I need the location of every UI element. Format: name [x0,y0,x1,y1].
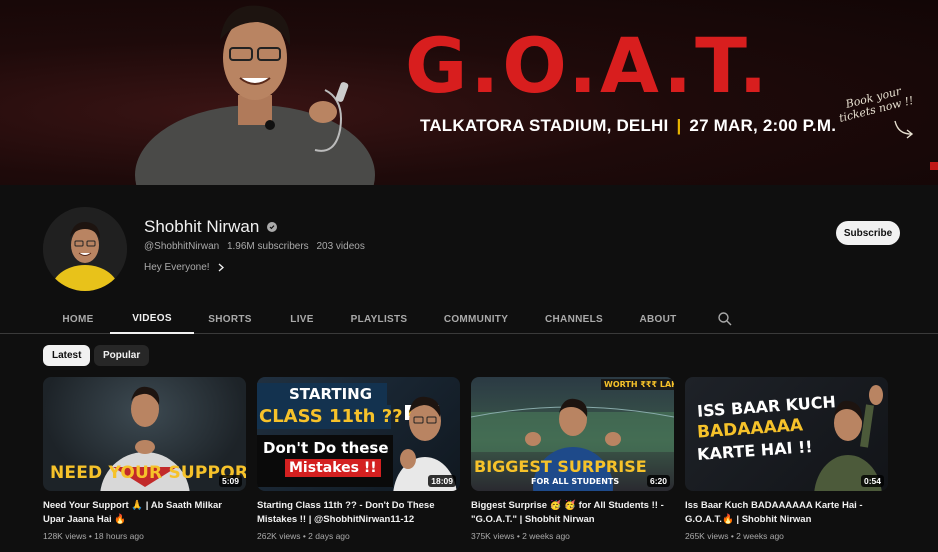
video-duration: 6:20 [646,475,670,487]
channel-meta: @ShobhitNirwan 1.96M subscribers 203 vid… [144,241,370,252]
channel-name: Shobhit Nirwan [144,217,278,237]
video-meta: 265K views • 2 weeks ago [685,531,784,541]
thumbnail-line-4: Mistakes !! [285,459,381,477]
thumbnail-line-1: BIGGEST SURPRISE [474,457,647,476]
subscribe-button[interactable]: Subscribe [836,221,900,245]
video-meta: 128K views • 18 hours ago [43,531,144,541]
tab-channels[interactable]: CHANNELS [536,304,612,334]
video-views: 262K views [257,531,301,541]
banner-separator: | [676,116,682,135]
video-views: 128K views [43,531,87,541]
tab-about[interactable]: ABOUT [630,304,686,334]
tab-live[interactable]: LIVE [270,304,334,334]
search-icon[interactable] [717,311,733,327]
banner-venue: TALKATORA STADIUM, DELHI [420,116,669,135]
channel-handle: @ShobhitNirwan [144,241,220,252]
video-card[interactable]: WORTH ₹₹₹ LAKHS BIGGEST SURPRISE FOR ALL… [471,377,674,541]
video-meta: 262K views • 2 days ago [257,531,350,541]
filter-popular[interactable]: Popular [94,345,150,366]
thumbnail-line-2: CLASS 11th ?? [259,406,403,427]
channel-avatar[interactable] [43,207,127,291]
channel-description[interactable]: Hey Everyone! [144,262,224,273]
tab-community[interactable]: COMMUNITY [438,304,514,334]
video-views: 265K views [685,531,729,541]
filter-latest[interactable]: Latest [43,345,91,366]
tab-playlists[interactable]: PLAYLISTS [342,304,416,334]
banner-event-info: TALKATORA STADIUM, DELHI | 27 MAR, 2:00 P.… [420,116,836,136]
video-age: 2 days ago [308,531,350,541]
video-views: 375K views [471,531,515,541]
channel-description-text: Hey Everyone! [144,262,210,273]
thumbnail-top-tag: WORTH ₹₹₹ LAKHS [601,379,674,390]
thumbnail-line-1: STARTING [289,385,373,403]
video-thumbnail[interactable]: ISS BAAR KUCH BADAAAAA KARTE HAI !! 0:54 [685,377,888,491]
video-title[interactable]: Biggest Surprise 🥳 🥳 for All Students !!… [471,499,674,527]
banner-date: 27 MAR, 2:00 P.M. [689,116,837,135]
avatar-illustration [43,207,127,291]
banner-person-illustration [135,5,375,185]
channel-name-text: Shobhit Nirwan [144,217,260,236]
thumbnail-caption: NEED YOUR SUPPORT 🙏 [50,463,246,483]
video-age: 18 hours ago [94,531,144,541]
video-duration: 5:09 [218,475,242,487]
curved-arrow-icon [894,120,914,139]
video-title[interactable]: Starting Class 11th ?? - Don't Do These … [257,499,460,527]
video-thumbnail[interactable]: STARTING CLASS 11th ?? nge! Don't Do the… [257,377,460,491]
channel-banner: G.O.A.T. TALKATORA STADIUM, DELHI | 27 MAR… [0,0,938,185]
chevron-right-icon [218,263,224,272]
thumbnail-person [393,396,457,491]
banner-corner-mark [930,162,938,170]
video-count: 203 videos [316,241,365,252]
video-duration: 18:09 [428,475,456,487]
thumbnail-line-3: Don't Do these [263,439,389,457]
video-thumbnail[interactable]: NEED YOUR SUPPORT 🙏 5:09 [43,377,246,491]
channel-tabs: HOME VIDEOS SHORTS LIVE PLAYLISTS COMMUN… [0,304,938,334]
tab-shorts[interactable]: SHORTS [198,304,262,334]
video-meta: 375K views • 2 weeks ago [471,531,570,541]
video-title[interactable]: Need Your Support 🙏 | Ab Saath Milkar Up… [43,499,246,527]
video-thumbnail[interactable]: WORTH ₹₹₹ LAKHS BIGGEST SURPRISE FOR ALL… [471,377,674,491]
video-card[interactable]: NEED YOUR SUPPORT 🙏 5:09 Need Your Suppo… [43,377,246,541]
video-title[interactable]: Iss Baar Kuch BADAAAAAA Karte Hai - G.O.… [685,499,888,527]
video-age: 2 weeks ago [736,531,784,541]
video-card[interactable]: ISS BAAR KUCH BADAAAAA KARTE HAI !! 0:54… [685,377,888,541]
video-duration: 0:54 [860,475,884,487]
banner-headline: G.O.A.T. [405,21,771,110]
tab-home[interactable]: HOME [50,304,106,334]
video-card[interactable]: STARTING CLASS 11th ?? nge! Don't Do the… [257,377,460,541]
thumbnail-line-2: FOR ALL STUDENTS [531,477,620,486]
subscriber-count: 1.96M subscribers [226,241,309,252]
video-age: 2 weeks ago [522,531,570,541]
channel-page: G.O.A.T. TALKATORA STADIUM, DELHI | 27 MAR… [0,0,938,552]
tab-videos[interactable]: VIDEOS [110,304,194,334]
verified-check-icon [267,222,278,232]
